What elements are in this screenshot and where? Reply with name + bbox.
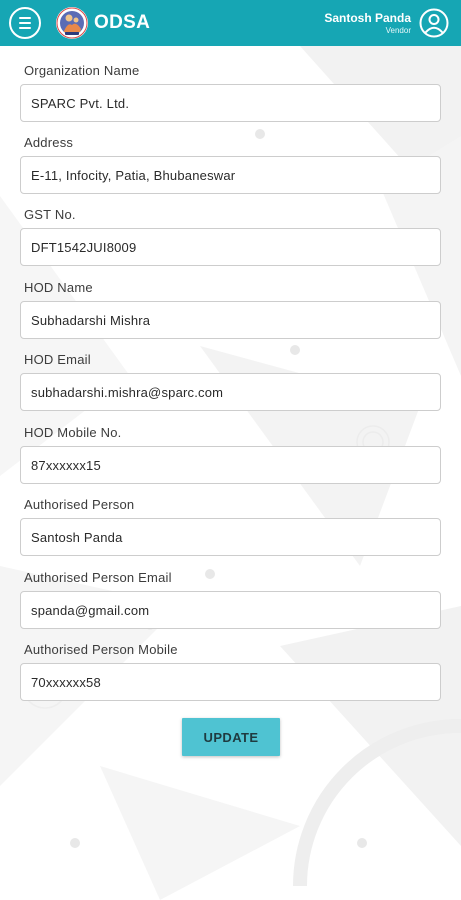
organization-name-input[interactable] (20, 84, 441, 122)
hod-email-field: HOD Email (20, 335, 441, 411)
authorised-person-input[interactable] (20, 518, 441, 556)
hod-email-input[interactable] (20, 373, 441, 411)
authorised-person-field: Authorised Person (20, 480, 441, 556)
authorised-person-mobile-input[interactable] (20, 663, 441, 701)
address-input[interactable] (20, 156, 441, 194)
hamburger-menu-icon[interactable] (9, 7, 41, 39)
app-header: ODSA Santosh Panda Vendor (0, 0, 461, 46)
organization-name-field: Organization Name (20, 46, 441, 122)
update-button[interactable]: UPDATE (182, 718, 280, 756)
address-label: Address (24, 135, 74, 150)
authorised-person-mobile-label: Authorised Person Mobile (24, 642, 178, 657)
hod-mobile-field: HOD Mobile No. (20, 408, 441, 484)
authorised-person-email-field: Authorised Person Email (20, 553, 441, 629)
hod-mobile-label: HOD Mobile No. (24, 425, 122, 440)
gst-number-input[interactable] (20, 228, 441, 266)
odsa-logo (56, 7, 88, 39)
authorised-person-email-input[interactable] (20, 591, 441, 629)
app-title: ODSA (94, 12, 151, 33)
hod-name-label: HOD Name (24, 280, 93, 295)
authorised-person-email-label: Authorised Person Email (24, 570, 172, 585)
hod-mobile-input[interactable] (20, 446, 441, 484)
gst-number-label: GST No. (24, 207, 76, 222)
hod-name-input[interactable] (20, 301, 441, 339)
authorised-person-mobile-field: Authorised Person Mobile (20, 625, 441, 701)
hod-name-field: HOD Name (20, 263, 441, 339)
user-name: Santosh Panda (324, 11, 411, 25)
user-role: Vendor (385, 26, 411, 35)
address-field: Address (20, 118, 441, 194)
hod-email-label: HOD Email (24, 352, 91, 367)
user-avatar-icon[interactable] (419, 8, 449, 38)
authorised-person-label: Authorised Person (24, 497, 135, 512)
organization-name-label: Organization Name (24, 63, 140, 78)
gst-number-field: GST No. (20, 190, 441, 266)
